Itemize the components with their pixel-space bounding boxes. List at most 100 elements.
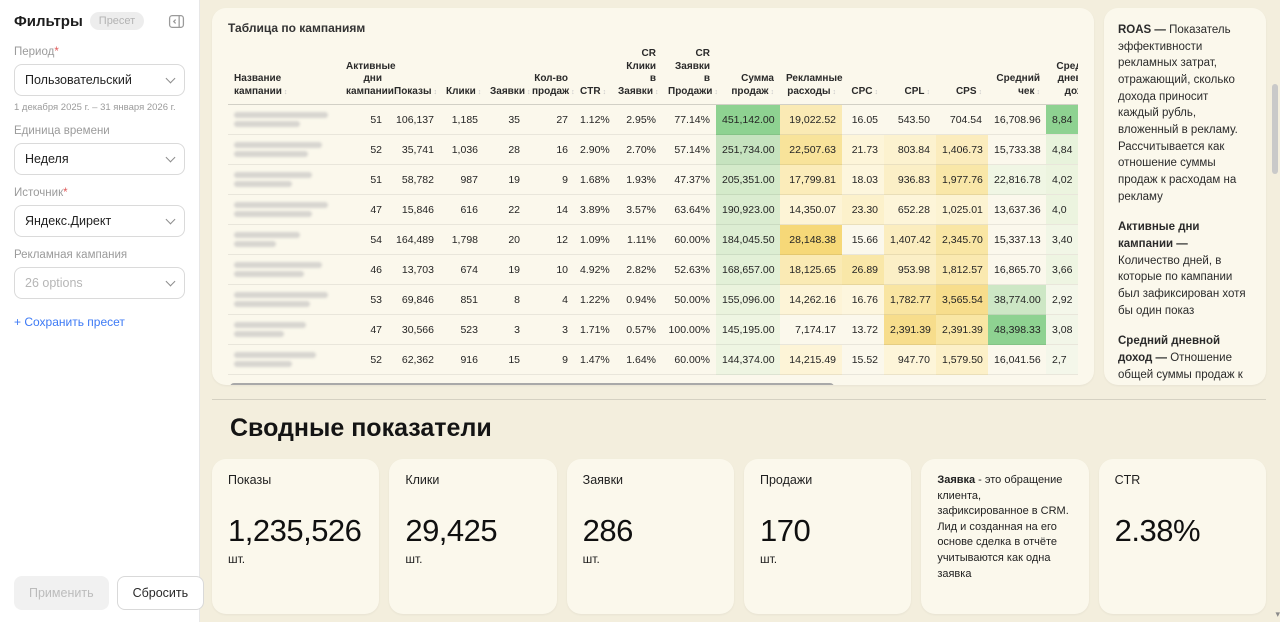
vertical-scrollbar[interactable] [1272, 0, 1278, 622]
table-cell: 35,741 [388, 135, 440, 165]
column-header[interactable]: Кол-во продаж↕ [526, 44, 574, 105]
table-cell: 616 [440, 195, 484, 225]
table-cell: 13.72 [842, 315, 884, 345]
scroll-down-arrow-icon[interactable]: ▾ [1275, 609, 1280, 620]
table-cell: 3 [526, 315, 574, 345]
period-select[interactable]: Пользовательский [14, 64, 185, 96]
summary-card-leads: Заявки286шт. [567, 459, 734, 614]
summary-card-ctr: CTR2.38% [1099, 459, 1266, 614]
table-cell: 4,0 [1046, 195, 1078, 225]
collapse-panel-icon[interactable] [168, 13, 185, 30]
table-cell: 251,734.00 [716, 135, 780, 165]
source-select[interactable]: Яндекс.Директ [14, 205, 185, 237]
campaign-name-redacted [228, 255, 340, 285]
table-cell: 15,846 [388, 195, 440, 225]
table-cell: 1.11% [612, 225, 662, 255]
campaign-name-redacted [228, 225, 340, 255]
table-cell: 1.71% [574, 315, 612, 345]
table-cell: 155,096.00 [716, 285, 780, 315]
table-cell: 2,391.39 [936, 315, 988, 345]
table-row: 5158,7829871991.68%1.93%47.37%205,351.00… [228, 165, 1078, 195]
field-period: Период* Пользовательский 1 декабря 2025 … [14, 46, 185, 113]
table-cell: 9 [526, 345, 574, 375]
sort-icon: ↕ [571, 89, 575, 96]
table-cell: 20 [484, 225, 526, 255]
table-cell: 145,195.00 [716, 315, 780, 345]
table-cell: 184,045.50 [716, 225, 780, 255]
apply-button[interactable]: Применить [14, 576, 109, 610]
table-cell: 1,407.42 [884, 225, 936, 255]
table-cell: 16,708.96 [988, 105, 1046, 135]
column-header[interactable]: CR Клики в Заявки↕ [612, 44, 662, 105]
table-cell: 16.76 [842, 285, 884, 315]
column-header[interactable]: Рекламные расходы↕ [780, 44, 842, 105]
column-header[interactable]: CPL↕ [884, 44, 936, 105]
glossary-entry: Активные дни кампании — Количество дней,… [1118, 219, 1252, 319]
reset-button[interactable]: Сбросить [117, 576, 205, 610]
table-cell: 953.98 [884, 255, 936, 285]
table-cell: 35 [484, 105, 526, 135]
table-cell: 48,398.33 [988, 315, 1046, 345]
campaign-name-redacted [228, 135, 340, 165]
save-preset-link[interactable]: + Сохранить пресет [14, 315, 125, 329]
table-cell: 1,579.50 [936, 345, 988, 375]
table-cell: 916 [440, 345, 484, 375]
table-cell: 1.22% [574, 285, 612, 315]
table-cell: 19 [484, 255, 526, 285]
table-cell: 1.93% [612, 165, 662, 195]
column-header[interactable]: CTR↕ [574, 44, 612, 105]
vertical-scrollbar-thumb[interactable] [1272, 84, 1278, 174]
column-header[interactable]: Средний дневной доход↕ [1046, 44, 1078, 105]
table-cell: 2.82% [612, 255, 662, 285]
glossary-entry: Средний дневной доход — Отношение общей … [1118, 333, 1252, 385]
horizontal-scrollbar[interactable] [228, 383, 1078, 385]
summary-title: Сводные показатели [212, 414, 1266, 443]
preset-badge[interactable]: Пресет [90, 12, 144, 30]
table-cell: 77.14% [662, 105, 716, 135]
sort-icon: ↕ [875, 89, 879, 96]
column-header[interactable]: CPC↕ [842, 44, 884, 105]
table-cell: 451,142.00 [716, 105, 780, 135]
campaign-select[interactable]: 26 options [14, 267, 185, 299]
campaign-name-redacted [228, 345, 340, 375]
table-cell: 4.92% [574, 255, 612, 285]
table-cell: 16.05 [842, 105, 884, 135]
chevron-down-icon [166, 73, 176, 83]
table-cell: 18.03 [842, 165, 884, 195]
horizontal-scrollbar-thumb[interactable] [230, 383, 834, 385]
table-cell: 60.00% [662, 345, 716, 375]
table-row: 5369,846851841.22%0.94%50.00%155,096.001… [228, 285, 1078, 315]
table-cell: 164,489 [388, 225, 440, 255]
column-header[interactable]: Название кампании↕ [228, 44, 340, 105]
table-cell: 15,337.13 [988, 225, 1046, 255]
column-header[interactable]: CR Заявки в Продажи↕ [662, 44, 716, 105]
column-header[interactable]: CPS↕ [936, 44, 988, 105]
table-title: Таблица по кампаниям [228, 21, 1078, 35]
table-cell: 52 [340, 345, 388, 375]
column-header[interactable]: Клики↕ [440, 44, 484, 105]
column-header[interactable]: Заявки↕ [484, 44, 526, 105]
summary-card-clicks: Клики29,425шт. [389, 459, 556, 614]
period-label: Период* [14, 46, 185, 58]
metric-value: 286 [583, 513, 718, 549]
table-cell: 15.52 [842, 345, 884, 375]
campaign-name-redacted [228, 165, 340, 195]
filters-panel: Фильтры Пресет Период* Пользовательский … [0, 0, 200, 622]
table-cell: 3.89% [574, 195, 612, 225]
column-header[interactable]: Средний чек↕ [988, 44, 1046, 105]
campaign-name-redacted [228, 285, 340, 315]
column-header[interactable]: Активные дни кампании↕ [340, 44, 388, 105]
table-cell: 106,137 [388, 105, 440, 135]
metric-label: CTR [1115, 473, 1250, 487]
table-cell: 4 [526, 285, 574, 315]
column-header[interactable]: Показы↕ [388, 44, 440, 105]
time-unit-select[interactable]: Неделя [14, 143, 185, 175]
table-cell: 3,66 [1046, 255, 1078, 285]
table-cell: 4,02 [1046, 165, 1078, 195]
column-header[interactable]: Сумма продаж↕ [716, 44, 780, 105]
sort-icon: ↕ [284, 89, 288, 96]
summary-card-impressions: Показы1,235,526шт. [212, 459, 379, 614]
table-cell: 9 [526, 165, 574, 195]
table-cell: 15 [484, 345, 526, 375]
table-row: 4613,70367419104.92%2.82%52.63%168,657.0… [228, 255, 1078, 285]
